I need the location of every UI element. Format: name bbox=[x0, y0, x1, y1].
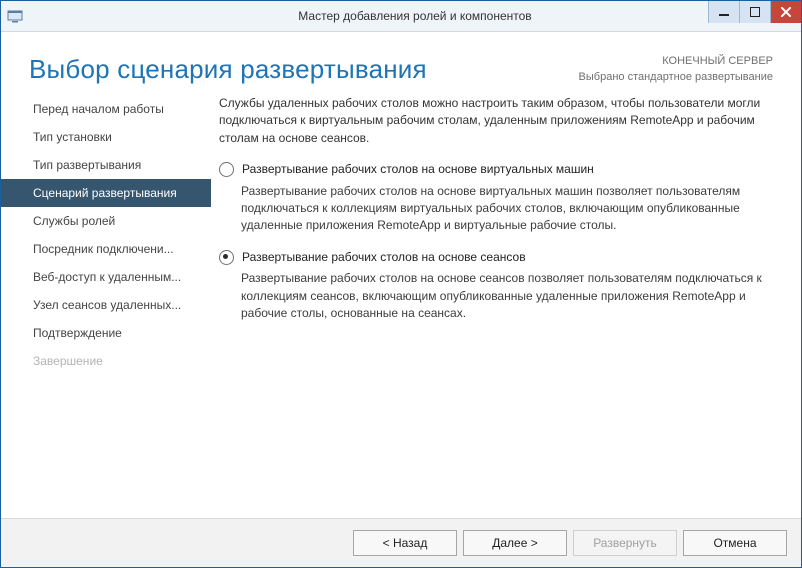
nav-confirmation[interactable]: Подтверждение bbox=[1, 319, 211, 347]
option-session-based-desc: Развертывание рабочих столов на основе с… bbox=[241, 270, 779, 322]
nav-deployment-scenario[interactable]: Сценарий развертывания bbox=[1, 179, 211, 207]
wizard-body: Перед началом работы Тип установки Тип р… bbox=[1, 95, 801, 498]
page-title: Выбор сценария развертывания bbox=[29, 54, 427, 85]
deploy-button: Развернуть bbox=[573, 530, 677, 556]
window-buttons bbox=[708, 1, 801, 23]
close-button[interactable] bbox=[770, 1, 801, 23]
option-vm-based-title: Развертывание рабочих столов на основе в… bbox=[242, 161, 594, 178]
nav-deployment-type[interactable]: Тип развертывания bbox=[1, 151, 211, 179]
wizard-window: Мастер добавления ролей и компонентов Вы… bbox=[0, 0, 802, 568]
intro-text: Службы удаленных рабочих столов можно на… bbox=[219, 95, 779, 147]
nav-installation-type[interactable]: Тип установки bbox=[1, 123, 211, 151]
option-vm-based[interactable]: Развертывание рабочих столов на основе в… bbox=[219, 161, 779, 235]
app-icon bbox=[1, 8, 29, 24]
option-vm-based-head[interactable]: Развертывание рабочих столов на основе в… bbox=[219, 161, 779, 178]
maximize-button[interactable] bbox=[739, 1, 770, 23]
nav-completion: Завершение bbox=[1, 347, 211, 375]
header-subtitle: КОНЕЧНЫЙ СЕРВЕР Выбрано стандартное разв… bbox=[579, 54, 773, 85]
cancel-button[interactable]: Отмена bbox=[683, 530, 787, 556]
target-server-label: КОНЕЧНЫЙ СЕРВЕР bbox=[579, 54, 773, 69]
back-button[interactable]: < Назад bbox=[353, 530, 457, 556]
wizard-footer: < Назад Далее > Развернуть Отмена bbox=[1, 518, 801, 567]
option-session-based[interactable]: Развертывание рабочих столов на основе с… bbox=[219, 249, 779, 323]
minimize-button[interactable] bbox=[708, 1, 739, 23]
nav-before-you-begin[interactable]: Перед началом работы bbox=[1, 95, 211, 123]
radio-session-based[interactable] bbox=[219, 250, 234, 265]
content-pane: Службы удаленных рабочих столов можно на… bbox=[211, 95, 801, 498]
titlebar: Мастер добавления ролей и компонентов bbox=[1, 1, 801, 32]
option-session-based-head[interactable]: Развертывание рабочих столов на основе с… bbox=[219, 249, 779, 266]
window-title: Мастер добавления ролей и компонентов bbox=[29, 9, 801, 23]
nav-connection-broker[interactable]: Посредник подключени... bbox=[1, 235, 211, 263]
radio-vm-based[interactable] bbox=[219, 162, 234, 177]
option-vm-based-desc: Развертывание рабочих столов на основе в… bbox=[241, 183, 779, 235]
nav-session-host[interactable]: Узел сеансов удаленных... bbox=[1, 291, 211, 319]
next-button[interactable]: Далее > bbox=[463, 530, 567, 556]
deployment-type-label: Выбрано стандартное развертывание bbox=[579, 70, 773, 85]
nav-web-access[interactable]: Веб-доступ к удаленным... bbox=[1, 263, 211, 291]
option-session-based-title: Развертывание рабочих столов на основе с… bbox=[242, 249, 526, 266]
wizard-header: Выбор сценария развертывания КОНЕЧНЫЙ СЕ… bbox=[1, 32, 801, 95]
nav-sidebar: Перед началом работы Тип установки Тип р… bbox=[1, 95, 211, 498]
nav-role-services[interactable]: Службы ролей bbox=[1, 207, 211, 235]
